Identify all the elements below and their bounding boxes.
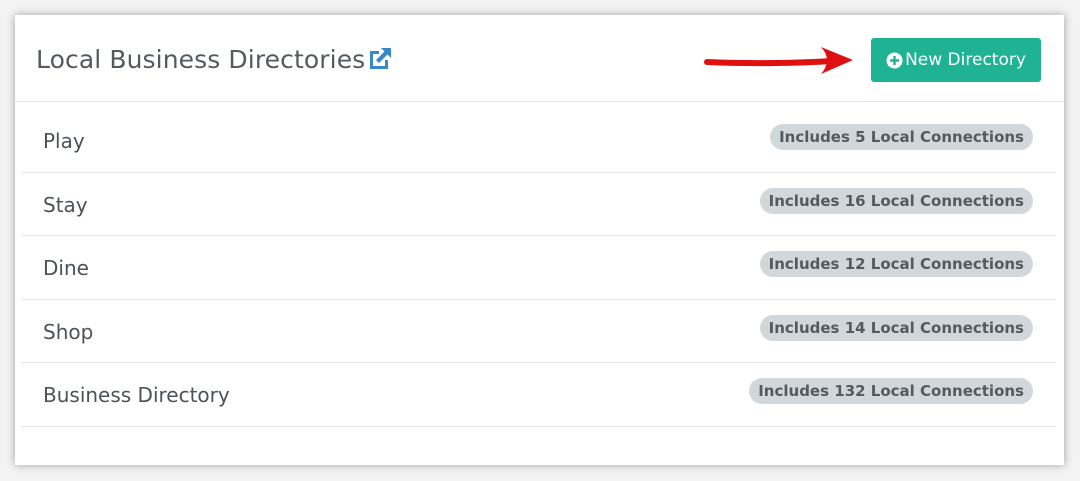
page-title: Local Business Directories bbox=[36, 45, 366, 74]
connections-badge: Includes 12 Local Connections bbox=[759, 251, 1033, 277]
external-link-icon[interactable] bbox=[366, 45, 394, 73]
connections-badge: Includes 16 Local Connections bbox=[759, 187, 1033, 214]
red-arrow-annotation bbox=[704, 47, 853, 74]
directory-name: Dine bbox=[43, 256, 89, 280]
list-item[interactable]: Play Includes 5 Local Connections bbox=[21, 109, 1056, 173]
plus-circle-icon bbox=[886, 52, 903, 68]
directory-name: Business Directory bbox=[43, 383, 230, 407]
list-item[interactable]: Business Directory Includes 132 Local Co… bbox=[21, 363, 1056, 427]
directory-name: Stay bbox=[43, 192, 88, 217]
directory-name: Shop bbox=[43, 319, 94, 344]
connections-badge: Includes 132 Local Connections bbox=[749, 378, 1033, 404]
new-directory-label: New Directory bbox=[905, 50, 1026, 70]
list-item[interactable]: Stay Includes 16 Local Connections bbox=[21, 173, 1056, 236]
directories-panel: Local Business Directories New Directory bbox=[15, 15, 1064, 465]
list-item[interactable]: Dine Includes 12 Local Connections bbox=[21, 236, 1056, 300]
connections-badge: Includes 14 Local Connections bbox=[759, 314, 1033, 341]
new-directory-button[interactable]: New Directory bbox=[871, 38, 1041, 82]
connections-badge: Includes 5 Local Connections bbox=[770, 124, 1033, 150]
panel-header: Local Business Directories New Directory bbox=[15, 15, 1064, 102]
directory-name: Play bbox=[43, 129, 85, 153]
directory-list: Play Includes 5 Local Connections Stay I… bbox=[21, 109, 1056, 427]
title-wrap: Local Business Directories bbox=[36, 45, 394, 74]
list-item[interactable]: Shop Includes 14 Local Connections bbox=[21, 300, 1056, 363]
